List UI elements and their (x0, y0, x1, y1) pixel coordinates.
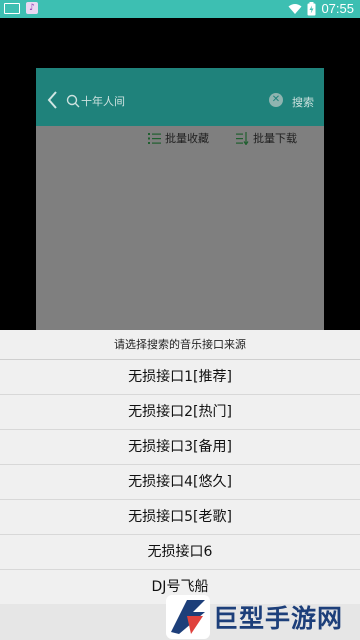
watermark: 巨型手游网 (165, 593, 360, 640)
batch-favorite-button[interactable]: 批量收藏 (148, 130, 209, 146)
batch-toolbar: 批量收藏 批量下载 (36, 126, 324, 152)
source-option-3[interactable]: 无损接口3[备用] (0, 430, 360, 465)
source-option-4[interactable]: 无损接口4[悠久] (0, 465, 360, 500)
source-option-1[interactable]: 无损接口1[推荐] (0, 360, 360, 395)
search-icon (66, 94, 80, 108)
source-option-5[interactable]: 无损接口5[老歌] (0, 500, 360, 535)
source-option-6[interactable]: 无损接口6 (0, 535, 360, 570)
watermark-logo-icon (166, 594, 210, 639)
battery-icon (307, 1, 316, 15)
keyboard-icon (4, 3, 20, 14)
status-bar-right: 07:55 (288, 1, 354, 16)
batch-favorite-label: 批量收藏 (165, 132, 209, 145)
list-check-icon (148, 132, 161, 144)
source-option-2[interactable]: 无损接口2[热门] (0, 395, 360, 430)
sheet-title: 请选择搜索的音乐接口来源 (0, 330, 360, 360)
search-input[interactable]: 十年人间 (81, 93, 125, 109)
batch-download-button[interactable]: 批量下载 (236, 130, 297, 146)
status-time: 07:55 (321, 1, 354, 16)
status-bar-left: ♪ (4, 2, 38, 14)
status-bar: ♪ 07:55 (0, 0, 360, 18)
clear-icon[interactable]: ✕ (269, 93, 283, 107)
app-notification-icon: ♪ (26, 2, 38, 14)
batch-download-label: 批量下载 (253, 132, 297, 145)
search-header: 十年人间 ✕ 搜索 (36, 68, 324, 126)
background-app: 十年人间 ✕ 搜索 批量收藏 批量下载 (36, 68, 324, 330)
search-button[interactable]: 搜索 (292, 94, 314, 110)
back-arrow-icon[interactable] (46, 90, 58, 110)
wifi-icon (288, 3, 302, 14)
watermark-text: 巨型手游网 (213, 603, 344, 633)
sort-download-icon (236, 131, 249, 145)
